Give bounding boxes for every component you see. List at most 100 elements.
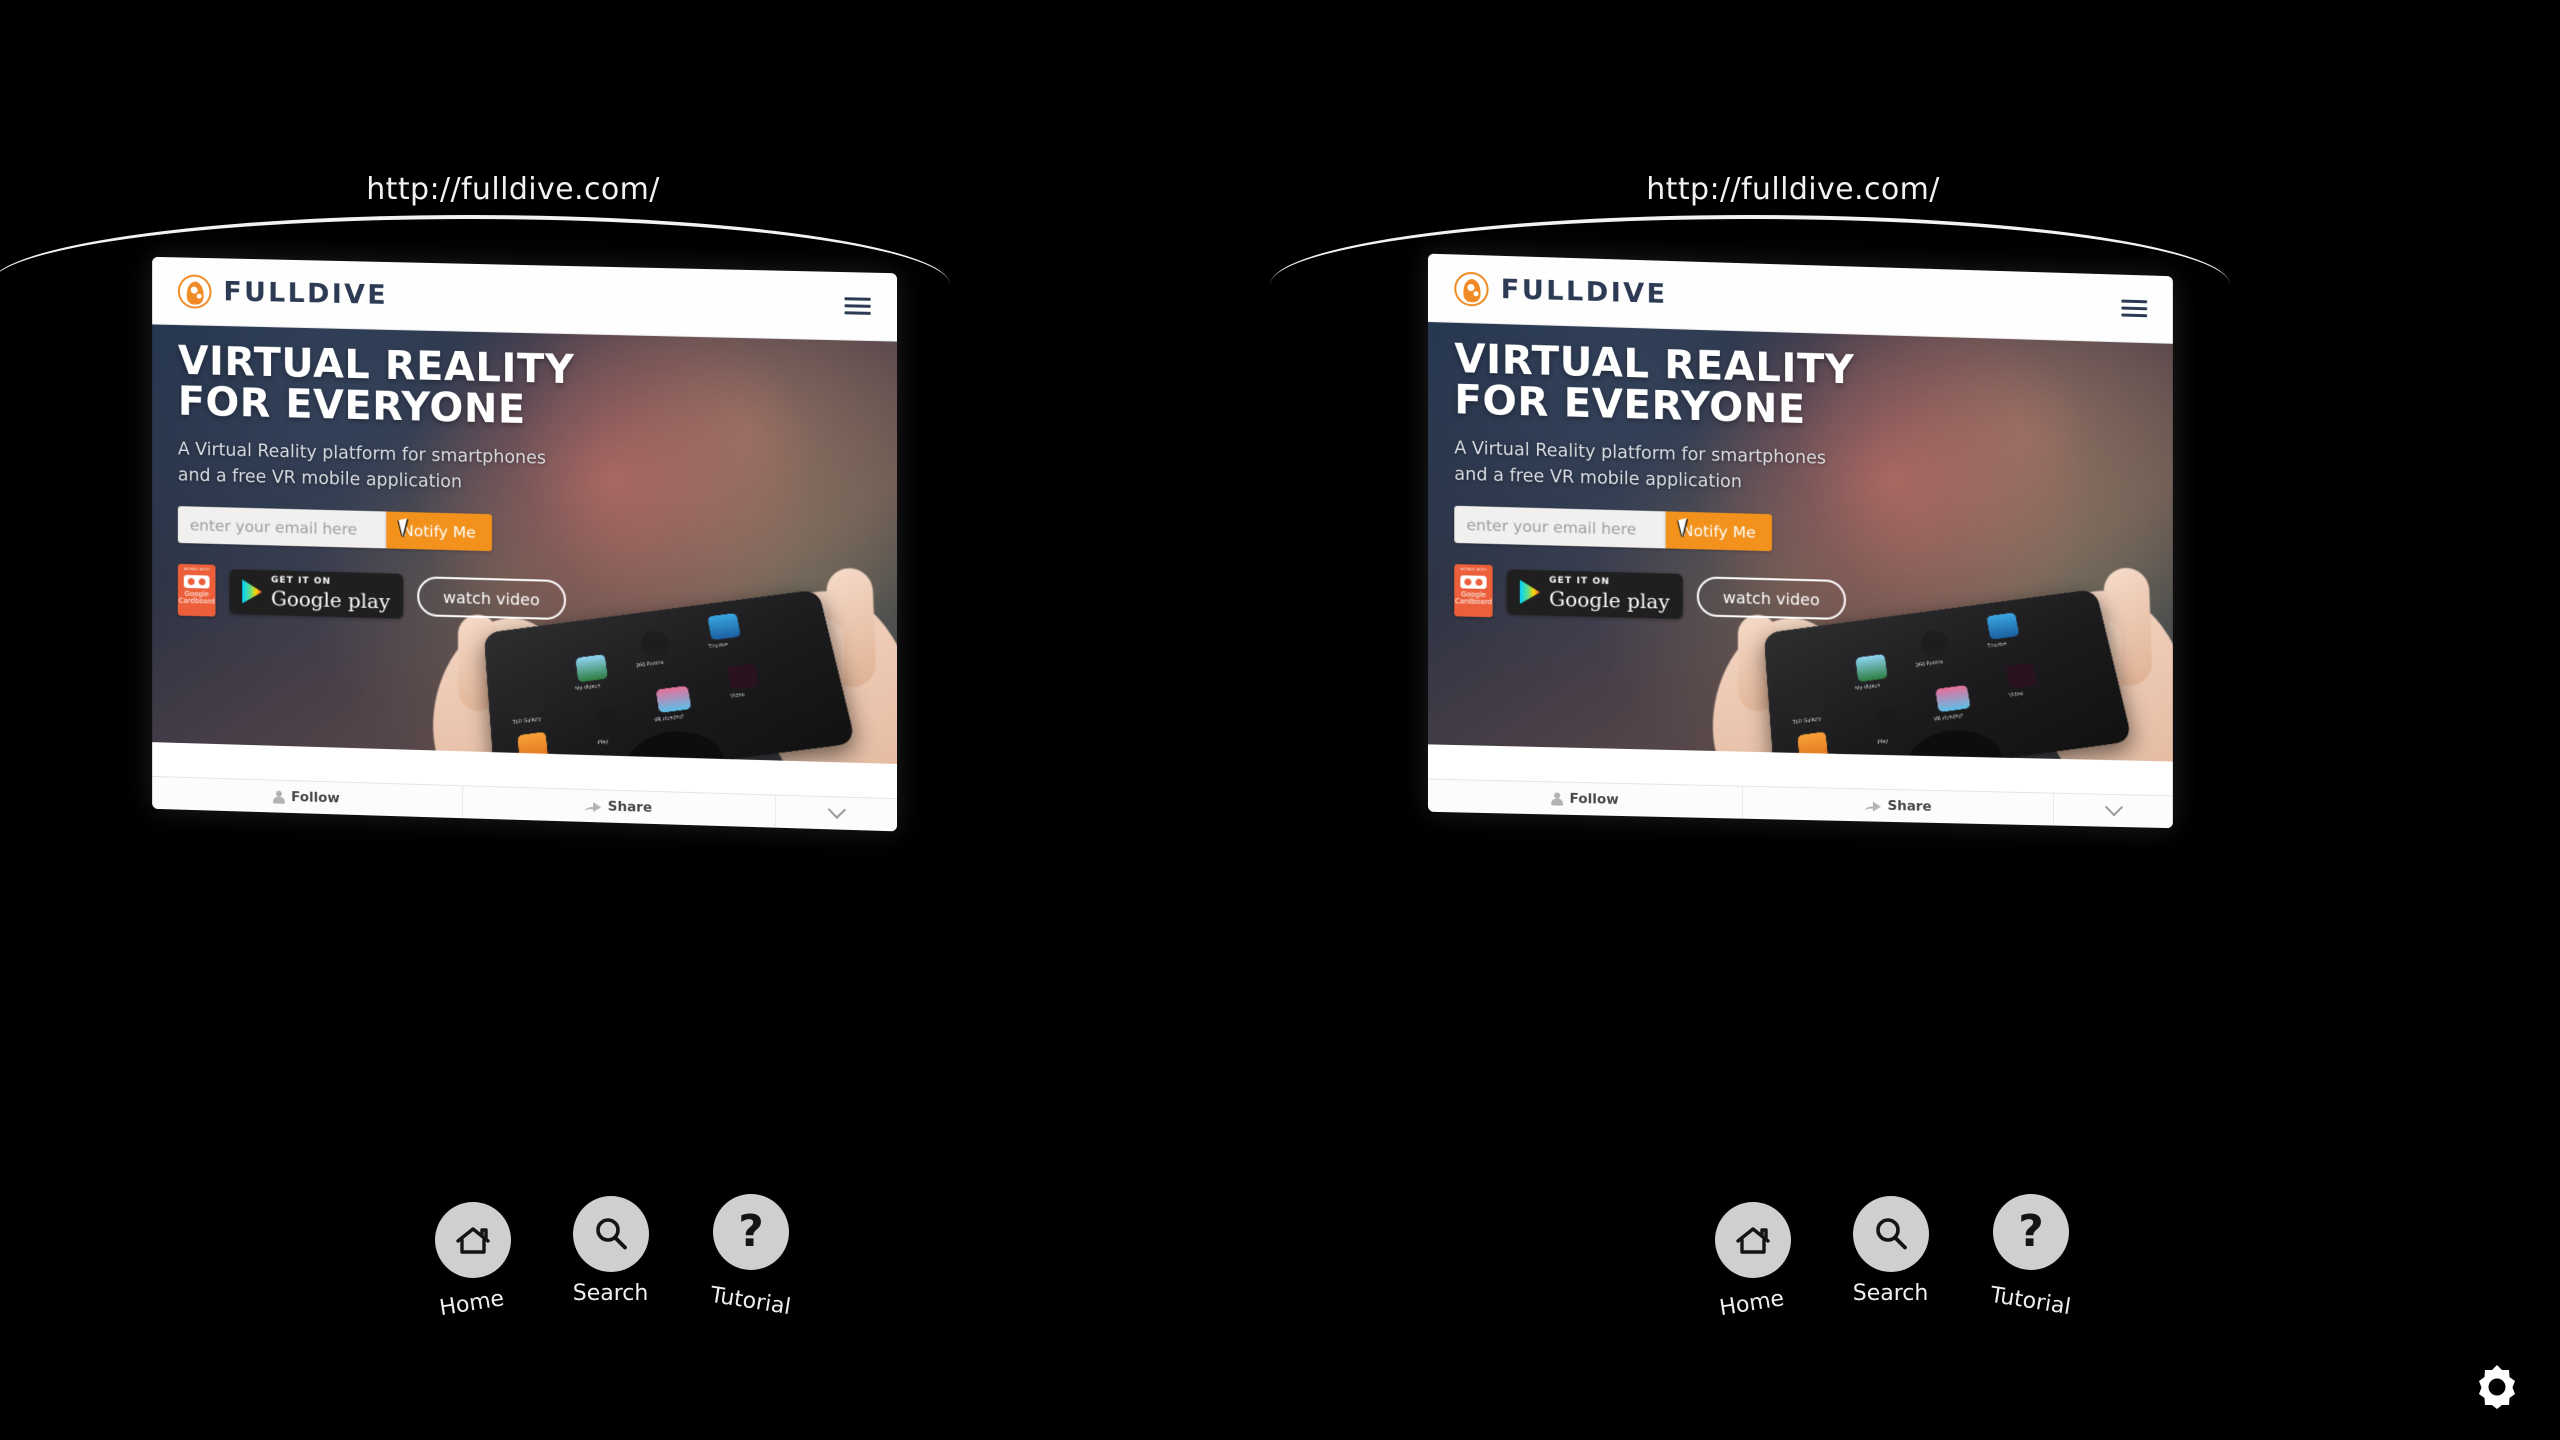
app-label: My Videos: [1854, 683, 1881, 693]
app-icon: [707, 612, 741, 641]
watch-video-button[interactable]: watch video: [417, 576, 566, 621]
site-logo[interactable]: FULLDIVE: [1454, 271, 1668, 311]
vr-stage: http://fulldive.com/ FULLDIVE VIRTUAL RE…: [0, 0, 2560, 1440]
email-field[interactable]: [177, 506, 387, 549]
hamburger-icon[interactable]: [844, 297, 871, 315]
question-mark-icon: ?: [738, 1206, 764, 1257]
nav-label: Home: [1717, 1286, 1786, 1322]
browser-panel-right: FULLDIVE VIRTUAL REALITY FOR EVERYONE A …: [1427, 253, 2175, 829]
share-arrow-icon: [1865, 799, 1881, 812]
nav-item-search[interactable]: Search: [1852, 1196, 1929, 1308]
nav-item-home[interactable]: Home: [1714, 1196, 1791, 1321]
vr-nav-left: Home Search ? Tutorial: [0, 1194, 1253, 1321]
nav-item-home[interactable]: Home: [434, 1196, 511, 1321]
nav-item-search[interactable]: Search: [572, 1196, 649, 1308]
google-cardboard-badge[interactable]: WORKS WITH Google Cardboard: [1454, 564, 1493, 618]
page-title: VIRTUAL REALITY FOR EVERYONE: [177, 338, 575, 433]
share-label: Share: [607, 798, 653, 816]
nav-item-tutorial[interactable]: ? Tutorial: [708, 1194, 792, 1320]
hamburger-line: [844, 311, 871, 315]
hero-section: VIRTUAL REALITY FOR EVERYONE A Virtual R…: [152, 324, 898, 764]
gplay-store-name: Google play: [1549, 586, 1670, 614]
download-badges: WORKS WITH Google Cardboard GET IT ON Go…: [177, 563, 566, 626]
social-bar: Follow Share: [152, 775, 898, 832]
app-icon: [1795, 687, 1824, 716]
email-field[interactable]: [1454, 505, 1666, 549]
app-label: 360 Gallery: [512, 716, 542, 727]
app-icon: [655, 685, 692, 713]
chevron-down-icon: [2104, 797, 2123, 816]
nav-label: Search: [1852, 1281, 1929, 1306]
share-button[interactable]: Share: [462, 786, 776, 828]
app-label: 360 Photos: [1915, 659, 1944, 669]
expand-button[interactable]: [2054, 794, 2173, 828]
vr-nav-right: Home Search ? Tutorial: [1253, 1194, 2533, 1321]
cardboard-name-line2: Cardboard: [178, 596, 215, 606]
follow-button[interactable]: Follow: [1427, 779, 1743, 819]
hero-copy: VIRTUAL REALITY FOR EVERYONE A Virtual R…: [1454, 336, 1854, 499]
gear-icon: [2479, 1365, 2515, 1409]
fulldive-head-icon: [177, 273, 212, 309]
app-icon: [1935, 684, 1971, 713]
app-label: Play: [597, 738, 609, 747]
home-icon: [453, 1223, 493, 1257]
hero-title-line2: FOR EVERYONE: [1454, 376, 1806, 433]
google-play-badge[interactable]: GET IT ON Google play: [229, 568, 404, 619]
app-icon: [1918, 629, 1950, 659]
follow-label: Follow: [291, 789, 340, 807]
cardboard-name: Google Cardboard: [178, 589, 215, 606]
app-icon: [1855, 653, 1888, 683]
hero-subtitle: A Virtual Reality platform for smartphon…: [1454, 435, 1854, 499]
email-signup-form: Notify Me: [1454, 505, 1772, 552]
browser-window-right: FULLDIVE VIRTUAL REALITY FOR EVERYONE A …: [1427, 253, 2173, 829]
download-badges: WORKS WITH Google Cardboard GET IT ON Go…: [1454, 564, 1846, 626]
cardboard-goggles-icon: [1460, 574, 1487, 589]
app-label: Video: [2008, 691, 2024, 699]
follow-button[interactable]: Follow: [152, 776, 463, 819]
nav-item-tutorial[interactable]: ? Tutorial: [1988, 1194, 2072, 1320]
app-label: VR Headset: [1933, 713, 1964, 723]
hero-artwork-hands-phone: 360 Gallery My Videos 360 Photos Theatre…: [414, 514, 898, 764]
search-icon: [1871, 1214, 1911, 1254]
hero-subtitle: A Virtual Reality platform for smartphon…: [178, 436, 575, 498]
cardboard-works-with-text: WORKS WITH: [1460, 567, 1487, 572]
site-logo[interactable]: FULLDIVE: [177, 273, 388, 313]
gplay-store-name: Google play: [271, 586, 391, 614]
email-signup-form: Notify Me: [177, 506, 492, 552]
share-label: Share: [1887, 797, 1932, 815]
share-arrow-icon: [585, 799, 601, 812]
google-cardboard-badge[interactable]: WORKS WITH Google Cardboard: [177, 563, 216, 617]
google-play-text: GET IT ON Google play: [1549, 576, 1670, 614]
watch-video-button[interactable]: watch video: [1696, 576, 1846, 621]
settings-button[interactable]: [2468, 1358, 2526, 1416]
app-label: Theatre: [708, 641, 729, 650]
share-button[interactable]: Share: [1742, 786, 2054, 826]
app-icon: [517, 731, 549, 764]
google-play-badge[interactable]: GET IT ON Google play: [1506, 568, 1683, 619]
cardboard-works-with-text: WORKS WITH: [183, 566, 210, 572]
left-eye-view: http://fulldive.com/ FULLDIVE VIRTUAL RE…: [0, 0, 1280, 1440]
app-icon: [639, 629, 671, 659]
right-eye-view: http://fulldive.com/ FULLDIVE VIRTUAL RE…: [1270, 0, 2560, 1440]
nav-circle: [1714, 1202, 1791, 1278]
app-label: 360 Photos: [635, 659, 665, 670]
person-icon: [273, 790, 284, 803]
app-label: Theatre: [1987, 641, 2008, 650]
app-icon: [575, 654, 608, 683]
nav-label: Home: [437, 1286, 506, 1322]
cardboard-name-line2: Cardboard: [1454, 597, 1492, 607]
app-label: My Videos: [574, 683, 601, 693]
browser-panel-left: FULLDIVE VIRTUAL REALITY FOR EVERYONE A …: [150, 256, 898, 832]
app-label: VR Headset: [653, 713, 685, 724]
hero-title-line2: FOR EVERYONE: [177, 378, 526, 433]
url-label-left: http://fulldive.com/: [366, 172, 660, 207]
hamburger-line: [844, 304, 871, 308]
hamburger-icon[interactable]: [2121, 299, 2148, 318]
url-label-right: http://fulldive.com/: [1646, 172, 1940, 207]
expand-button[interactable]: [776, 796, 897, 832]
browser-window-left: FULLDIVE VIRTUAL REALITY FOR EVERYONE A …: [152, 256, 898, 832]
hamburger-line: [2121, 313, 2148, 318]
app-icon: [1797, 731, 1829, 762]
question-mark-icon: ?: [2018, 1206, 2044, 1257]
cardboard-goggles-icon: [183, 574, 210, 589]
